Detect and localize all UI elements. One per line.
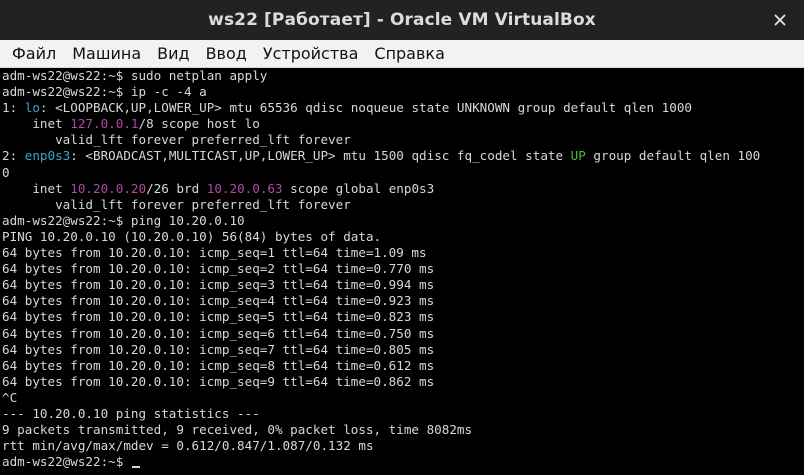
terminal-text: 9 packets transmitted, 9 received, 0% pa… [2, 422, 473, 438]
terminal-line: 64 bytes from 10.20.0.10: icmp_seq=4 ttl… [0, 293, 804, 309]
terminal-line: inet 127.0.0.1/8 scope host lo [0, 116, 804, 132]
terminal-text: 64 bytes from 10.20.0.10: icmp_seq=3 ttl… [2, 277, 435, 293]
terminal-text: 64 bytes from 10.20.0.10: icmp_seq=9 ttl… [2, 373, 435, 389]
terminal-text: --- 10.20.0.10 ping statistics --- [2, 405, 260, 421]
terminal-text: group default qlen 100 [585, 148, 761, 164]
terminal-text: scope global enp0s3 [282, 180, 435, 196]
text-cursor [131, 466, 140, 469]
terminal-line: 64 bytes from 10.20.0.10: icmp_seq=8 ttl… [0, 358, 804, 374]
terminal-text: inet [2, 116, 71, 132]
terminal-line: 64 bytes from 10.20.0.10: icmp_seq=1 ttl… [0, 245, 804, 261]
terminal-line: 1: lo: <LOOPBACK,UP,LOWER_UP> mtu 65536 … [0, 100, 804, 116]
terminal-text: : <BROADCAST,MULTICAST,UP,LOWER_UP> mtu … [70, 148, 571, 164]
terminal-text: 64 bytes from 10.20.0.10: icmp_seq=5 ttl… [2, 309, 435, 325]
menu-view[interactable]: Вид [149, 40, 197, 68]
terminal-text: valid_lft forever preferred_lft forever [2, 132, 351, 148]
terminal-line: adm-ws22@ws22:~$ [0, 454, 804, 470]
terminal-text: rtt min/avg/max/mdev = 0.612/0.847/1.087… [2, 438, 374, 454]
menu-bar: Файл Машина Вид Ввод Устройства Справка [0, 40, 804, 68]
terminal-line: 2: enp0s3: <BROADCAST,MULTICAST,UP,LOWER… [0, 148, 804, 164]
terminal-line: adm-ws22@ws22:~$ ping 10.20.0.10 [0, 213, 804, 229]
terminal-text: /26 brd [146, 180, 207, 196]
terminal-text: 64 bytes from 10.20.0.10: icmp_seq=1 ttl… [2, 245, 427, 261]
window-title: ws22 [Работает] - Oracle VM VirtualBox [208, 10, 596, 30]
terminal-line: valid_lft forever preferred_lft forever [0, 132, 804, 148]
terminal-text: : <LOOPBACK,UP,LOWER_UP> mtu 65536 qdisc… [39, 100, 692, 116]
menu-devices[interactable]: Устройства [255, 40, 367, 68]
terminal-text: 1: [2, 100, 25, 116]
terminal-line: 64 bytes from 10.20.0.10: icmp_seq=5 ttl… [0, 309, 804, 325]
terminal-text: 2: [2, 148, 25, 164]
terminal-line: 64 bytes from 10.20.0.10: icmp_seq=2 ttl… [0, 261, 804, 277]
terminal-line: 64 bytes from 10.20.0.10: icmp_seq=9 ttl… [0, 374, 804, 390]
terminal-text: 64 bytes from 10.20.0.10: icmp_seq=4 ttl… [2, 293, 435, 309]
terminal-text: 64 bytes from 10.20.0.10: icmp_seq=6 ttl… [2, 325, 435, 341]
terminal-text: /8 scope host lo [138, 116, 260, 132]
terminal-text: enp0s3 [24, 148, 71, 164]
terminal-text: 0 [2, 164, 10, 180]
terminal-text: adm-ws22@ws22:~$ ip -c -4 a [2, 84, 207, 100]
terminal-text: 64 bytes from 10.20.0.10: icmp_seq=8 ttl… [2, 357, 435, 373]
terminal-line: PING 10.20.0.10 (10.20.0.10) 56(84) byte… [0, 229, 804, 245]
terminal-line: ^C [0, 390, 804, 406]
terminal-text: valid_lft forever preferred_lft forever [2, 196, 351, 212]
window-titlebar: ws22 [Работает] - Oracle VM VirtualBox [0, 0, 804, 40]
terminal-text: 10.20.0.20 [70, 180, 147, 196]
terminal-text: adm-ws22@ws22:~$ [2, 454, 131, 470]
terminal-text: inet [2, 180, 71, 196]
terminal-text: 64 bytes from 10.20.0.10: icmp_seq=2 ttl… [2, 261, 435, 277]
terminal-line: 64 bytes from 10.20.0.10: icmp_seq=3 ttl… [0, 277, 804, 293]
terminal-text: UP [570, 148, 586, 164]
terminal-text: 127.0.0.1 [70, 116, 139, 132]
terminal-text: adm-ws22@ws22:~$ sudo netplan apply [2, 68, 268, 83]
terminal-screen[interactable]: adm-ws22@ws22:~$ sudo netplan apply adm-w… [0, 68, 804, 475]
terminal-line: --- 10.20.0.10 ping statistics --- [0, 406, 804, 422]
menu-help[interactable]: Справка [366, 40, 453, 68]
menu-input[interactable]: Ввод [198, 40, 255, 68]
terminal-line: 64 bytes from 10.20.0.10: icmp_seq=6 ttl… [0, 326, 804, 342]
terminal-line: 9 packets transmitted, 9 received, 0% pa… [0, 422, 804, 438]
terminal-line: rtt min/avg/max/mdev = 0.612/0.847/1.087… [0, 438, 804, 454]
terminal-line: adm-ws22@ws22:~$ sudo netplan apply [0, 68, 804, 84]
terminal-line: valid_lft forever preferred_lft forever [0, 197, 804, 213]
terminal-text: 10.20.0.63 [206, 180, 283, 196]
terminal-line: 64 bytes from 10.20.0.10: icmp_seq=7 ttl… [0, 342, 804, 358]
close-icon[interactable] [770, 10, 790, 30]
terminal-text: PING 10.20.0.10 (10.20.0.10) 56(84) byte… [2, 228, 382, 244]
terminal-text: lo [24, 100, 40, 116]
terminal-line: 0 [0, 165, 804, 181]
menu-machine[interactable]: Машина [64, 40, 149, 68]
terminal-text: ^C [2, 389, 18, 405]
terminal-line: inet 10.20.0.20/26 brd 10.20.0.63 scope … [0, 181, 804, 197]
terminal-text: 64 bytes from 10.20.0.10: icmp_seq=7 ttl… [2, 341, 435, 357]
menu-file[interactable]: Файл [0, 40, 64, 68]
terminal-line: adm-ws22@ws22:~$ ip -c -4 a [0, 84, 804, 100]
terminal-text: adm-ws22@ws22:~$ ping 10.20.0.10 [2, 212, 245, 228]
